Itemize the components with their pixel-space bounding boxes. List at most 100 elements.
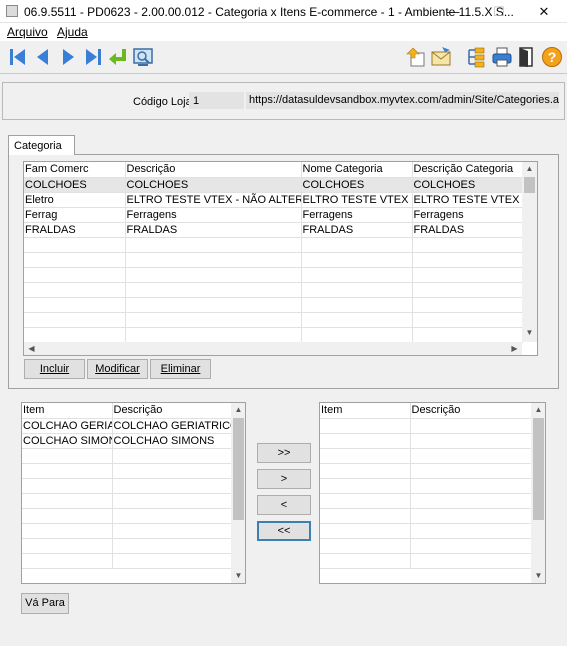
empty-row[interactable] (22, 463, 233, 479)
tab-categoria[interactable]: Categoria (8, 135, 75, 155)
url-field[interactable]: https://datasuldevsandbox.myvtex.com/adm… (246, 92, 559, 109)
table-row[interactable]: COLCHAO GERIATRICOCOLCHAO GERIATRICO (22, 418, 233, 434)
menu-ajuda[interactable]: Ajuda (57, 25, 88, 39)
empty-row[interactable] (24, 327, 523, 343)
empty-row[interactable] (320, 538, 532, 554)
table-cell (412, 267, 523, 283)
column-header[interactable]: Descrição (410, 403, 532, 419)
table-cell (301, 237, 413, 253)
table-cell: FRALDAS (125, 222, 302, 238)
table-row[interactable]: FRALDAS FRALDAS FRALDAS FRALDAS (24, 222, 523, 238)
export-icon[interactable] (405, 46, 427, 68)
empty-row[interactable] (24, 237, 523, 253)
table-row[interactable]: COLCHAO SIMONSCOLCHAO SIMONS (22, 433, 233, 449)
codigo-loja-field[interactable]: 1 (189, 92, 244, 109)
table-row[interactable]: COLCHOES COLCHOES COLCHOES COLCHOES (24, 177, 523, 193)
first-record-icon[interactable] (7, 46, 29, 68)
table-cell (125, 282, 302, 298)
close-button[interactable]: ✕ (521, 0, 567, 23)
scroll-up-icon[interactable]: ▲ (522, 164, 537, 173)
minimize-button[interactable]: — (430, 0, 476, 23)
column-header[interactable]: Item (22, 403, 113, 419)
itens-disponiveis-vscroll-thumb[interactable] (233, 418, 244, 520)
empty-row[interactable] (22, 538, 233, 554)
last-record-icon[interactable] (82, 46, 104, 68)
itens-selecionados-grid[interactable]: Item Descrição ▲ ▼ (319, 402, 546, 584)
empty-row[interactable] (22, 493, 233, 509)
empty-row[interactable] (320, 448, 532, 464)
itens-disponiveis-vertical-scrollbar[interactable]: ▲ ▼ (231, 403, 245, 583)
incluir-label: Incluir (39, 363, 70, 375)
empty-row[interactable] (24, 312, 523, 328)
column-header[interactable]: Descrição Categoria (412, 162, 523, 178)
table-cell (320, 508, 411, 524)
itens-selecionados-body (320, 418, 532, 569)
scroll-left-icon[interactable]: ◀ (24, 344, 39, 353)
scroll-up-icon[interactable]: ▲ (231, 405, 245, 414)
add-all-button[interactable]: >> (257, 443, 311, 463)
empty-row[interactable] (22, 478, 233, 494)
modificar-button[interactable]: Modificar (87, 359, 148, 379)
empty-row[interactable] (22, 523, 233, 539)
empty-row[interactable] (320, 478, 532, 494)
maximize-button[interactable]: ☐ (476, 0, 522, 23)
menu-arquivo[interactable]: Arquivo (7, 25, 48, 39)
table-cell (112, 553, 233, 569)
table-cell: Ferrag (24, 207, 126, 223)
scroll-down-icon[interactable]: ▼ (231, 571, 245, 580)
empty-row[interactable] (320, 493, 532, 509)
itens-selecionados-vertical-scrollbar[interactable]: ▲ ▼ (531, 403, 545, 583)
empty-row[interactable] (320, 433, 532, 449)
empty-row[interactable] (22, 553, 233, 569)
categorias-grid[interactable]: Fam Comerc Descrição Nome Categoria Descriç… (23, 161, 538, 356)
categorias-horizontal-scrollbar[interactable]: ◀ ▶ (24, 342, 522, 355)
table-row[interactable]: Ferrag Ferragens Ferragens Ferragens (24, 207, 523, 223)
column-header[interactable]: Descrição (125, 162, 302, 178)
table-cell (320, 538, 411, 554)
column-header[interactable]: Nome Categoria (301, 162, 413, 178)
column-header[interactable]: Descrição (112, 403, 233, 419)
exit-icon[interactable] (516, 46, 538, 68)
previous-record-icon[interactable] (32, 46, 54, 68)
table-cell: ELTRO TESTE VTEX - NÃO ALTERAR (301, 192, 413, 208)
scroll-down-icon[interactable]: ▼ (522, 328, 537, 337)
va-para-button[interactable]: Vá Para (21, 593, 69, 614)
return-icon[interactable] (107, 46, 129, 68)
help-icon[interactable]: ? (541, 46, 563, 68)
table-cell: Ferragens (301, 207, 413, 223)
empty-row[interactable] (24, 297, 523, 313)
column-header[interactable]: Item (320, 403, 411, 419)
add-button[interactable]: > (257, 469, 311, 489)
column-header[interactable]: Fam Comerc (24, 162, 126, 178)
modificar-label: Modificar (95, 363, 140, 375)
empty-row[interactable] (22, 508, 233, 524)
zoom-icon[interactable] (132, 46, 154, 68)
incluir-button[interactable]: Incluir (24, 359, 85, 379)
empty-row[interactable] (24, 252, 523, 268)
email-icon[interactable] (430, 46, 452, 68)
itens-disponiveis-grid[interactable]: ItemDescrição COLCHAO GERIATRICOCOLCHAO … (21, 402, 246, 584)
itens-selecionados-vscroll-thumb[interactable] (533, 418, 544, 520)
empty-row[interactable] (24, 267, 523, 283)
categorias-vertical-scrollbar[interactable]: ▲ ▼ (522, 162, 537, 342)
remove-all-button[interactable]: << (257, 521, 311, 541)
table-cell (301, 282, 413, 298)
scroll-right-icon[interactable]: ▶ (507, 344, 522, 353)
table-cell (24, 252, 126, 268)
categorias-vscroll-thumb[interactable] (524, 177, 535, 193)
empty-row[interactable] (320, 553, 532, 569)
remove-button[interactable]: < (257, 495, 311, 515)
empty-row[interactable] (320, 523, 532, 539)
table-row[interactable]: Eletro ELTRO TESTE VTEX - NÃO ALTERAR ELTR… (24, 192, 523, 208)
empty-row[interactable] (22, 448, 233, 464)
empty-row[interactable] (320, 418, 532, 434)
empty-row[interactable] (320, 463, 532, 479)
scroll-up-icon[interactable]: ▲ (531, 405, 545, 414)
print-icon[interactable] (491, 46, 513, 68)
tree-icon[interactable] (465, 46, 487, 68)
eliminar-button[interactable]: Eliminar (150, 359, 211, 379)
empty-row[interactable] (24, 282, 523, 298)
next-record-icon[interactable] (57, 46, 79, 68)
empty-row[interactable] (320, 508, 532, 524)
scroll-down-icon[interactable]: ▼ (531, 571, 545, 580)
